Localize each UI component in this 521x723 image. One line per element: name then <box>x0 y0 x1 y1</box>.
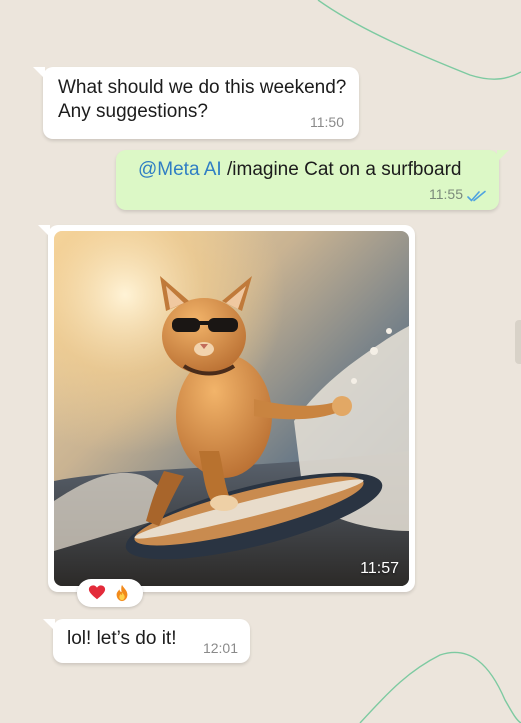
cat-surfing-image[interactable]: 11:57 <box>54 231 409 586</box>
heart-icon <box>88 585 106 600</box>
scroll-handle[interactable] <box>515 320 521 364</box>
bubble-tail <box>497 150 509 162</box>
message-time: 11:50 <box>310 114 344 130</box>
incoming-message-bubble[interactable]: What should we do this weekend? Any sugg… <box>33 67 359 139</box>
reactions-pill[interactable] <box>77 579 143 607</box>
bubble-tail <box>38 225 50 237</box>
message-text: lol! let’s do it! <box>67 628 177 649</box>
message-text: @Meta AI /imagine Cat on a surfboard <box>138 158 461 182</box>
fire-icon <box>116 584 128 602</box>
bubble-tail <box>33 67 45 79</box>
outgoing-message-bubble[interactable]: @Meta AI /imagine Cat on a surfboard 11:… <box>116 150 509 210</box>
message-command-text: /imagine Cat on a surfboard <box>221 159 462 180</box>
image-message-bubble[interactable]: 11:57 <box>38 225 415 592</box>
chat-screen: What should we do this weekend? Any sugg… <box>0 0 521 723</box>
message-time: 11:57 <box>360 560 399 577</box>
message-time: 12:01 <box>202 640 238 656</box>
double-check-icon <box>467 190 486 202</box>
bubble-tail <box>43 619 55 631</box>
incoming-message-bubble[interactable]: lol! let’s do it! 12:01 <box>43 619 250 663</box>
message-time: 11:55 <box>429 186 463 202</box>
message-text: What should we do this weekend? Any sugg… <box>58 77 347 122</box>
meta-ai-mention[interactable]: @Meta AI <box>138 159 222 180</box>
